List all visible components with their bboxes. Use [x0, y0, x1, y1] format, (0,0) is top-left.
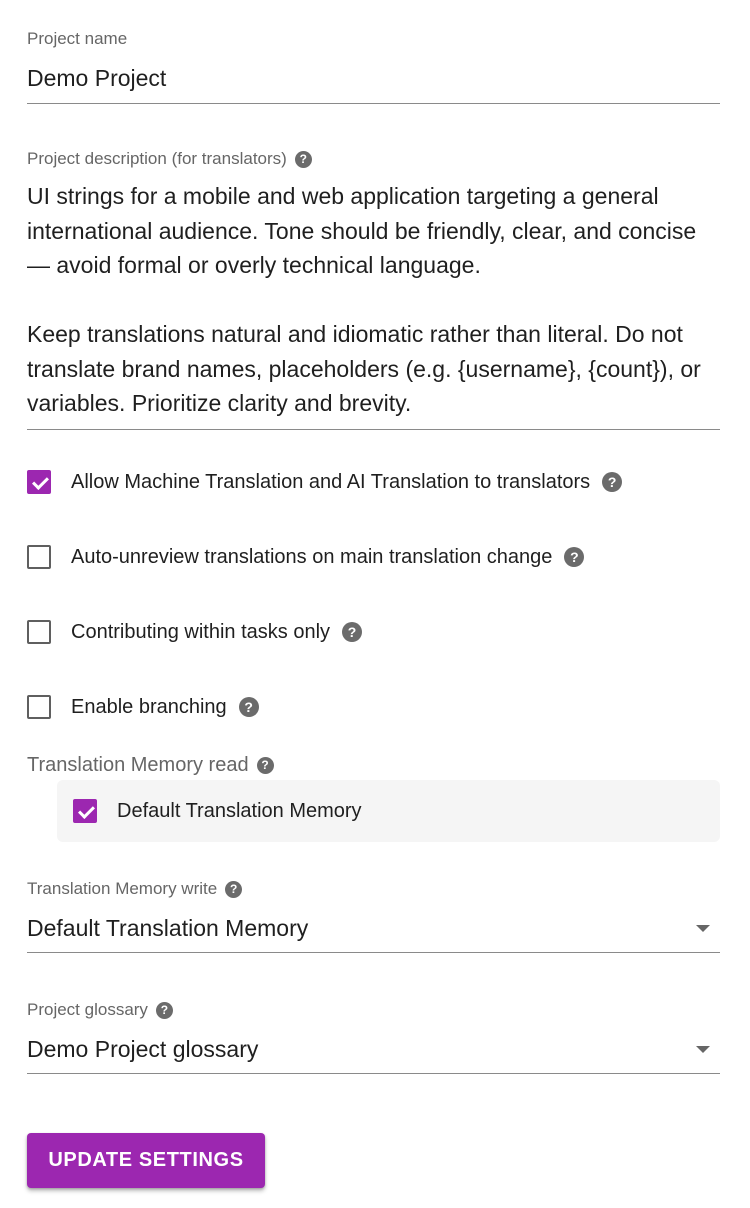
chevron-down-icon[interactable] — [696, 1046, 710, 1053]
help-circle-icon[interactable]: ? — [225, 880, 243, 898]
machine-translation-option[interactable]: Allow Machine Translation and AI Transla… — [27, 467, 623, 497]
auto-unreview-label: Auto-unreview translations on main trans… — [71, 546, 553, 568]
tm-write-underline — [27, 952, 720, 953]
glossary-select[interactable]: Demo Project glossary — [27, 1034, 720, 1064]
chevron-down-icon[interactable] — [696, 925, 710, 932]
tm-read-item[interactable]: Default Translation Memory — [73, 796, 362, 826]
tm-write-field[interactable]: Translation Memory write ? Default Trans… — [27, 879, 720, 953]
tasks-only-option[interactable]: Contributing within tasks only ? — [27, 617, 363, 647]
tm-read-field: Translation Memory read ? Default Transl… — [27, 753, 720, 842]
help-circle-icon[interactable]: ? — [602, 472, 623, 492]
tm-read-default-checkbox[interactable] — [73, 799, 97, 823]
project-description-field[interactable]: Project description (for translators) ? … — [27, 149, 720, 430]
glossary-field[interactable]: Project glossary ? Demo Project glossary — [27, 1000, 720, 1074]
help-circle-icon[interactable]: ? — [294, 150, 312, 168]
project-description-label: Project description (for translators) ? — [27, 149, 720, 169]
project-description-underline — [27, 428, 720, 430]
machine-translation-checkbox[interactable] — [27, 470, 51, 494]
help-circle-icon[interactable]: ? — [564, 547, 585, 567]
tm-write-select[interactable]: Default Translation Memory — [27, 913, 720, 943]
help-circle-icon[interactable]: ? — [342, 622, 363, 642]
project-name-label: Project name — [27, 29, 128, 48]
project-name-underline — [27, 103, 720, 104]
project-name-input[interactable]: Demo Project — [27, 63, 720, 93]
tasks-only-label: Contributing within tasks only — [71, 621, 331, 643]
branching-option[interactable]: Enable branching ? — [27, 692, 259, 722]
auto-unreview-checkbox[interactable] — [27, 545, 51, 569]
tasks-only-checkbox[interactable] — [27, 620, 51, 644]
glossary-underline — [27, 1073, 720, 1074]
glossary-label: Project glossary ? — [27, 1000, 720, 1020]
description-paragraph: UI strings for a mobile and web applicat… — [27, 183, 697, 278]
branching-label: Enable branching — [71, 696, 227, 718]
description-paragraph: Keep translations natural and idiomatic … — [27, 321, 701, 416]
tm-read-panel: Default Translation Memory — [57, 780, 720, 842]
tm-write-label: Translation Memory write ? — [27, 879, 720, 899]
help-circle-icon[interactable]: ? — [256, 756, 274, 774]
tm-write-selected-value: Default Translation Memory — [27, 915, 309, 941]
machine-translation-label: Allow Machine Translation and AI Transla… — [71, 471, 591, 493]
help-circle-icon[interactable]: ? — [238, 697, 259, 717]
project-name-field[interactable]: Project name Demo Project — [27, 29, 720, 104]
branching-checkbox[interactable] — [27, 695, 51, 719]
update-settings-button[interactable]: UPDATE SETTINGS — [27, 1133, 265, 1188]
auto-unreview-option[interactable]: Auto-unreview translations on main trans… — [27, 542, 585, 572]
help-circle-icon[interactable]: ? — [155, 1001, 173, 1019]
tm-read-default-label: Default Translation Memory — [117, 800, 362, 822]
project-description-textarea[interactable]: UI strings for a mobile and web applicat… — [27, 179, 712, 421]
tm-read-label: Translation Memory read ? — [27, 753, 720, 777]
glossary-selected-value: Demo Project glossary — [27, 1036, 259, 1062]
